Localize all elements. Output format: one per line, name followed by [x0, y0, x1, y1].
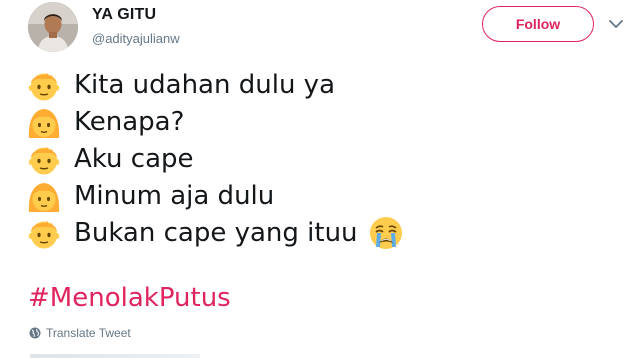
- tweet-line-text: Bukan cape yang ituu: [74, 217, 358, 248]
- tweet-line-text: Kenapa?: [74, 106, 185, 137]
- translate-tweet-label: Translate Tweet: [46, 326, 131, 340]
- tweet-line-text: Minum aja dulu: [74, 180, 275, 211]
- globe-icon: [29, 327, 41, 339]
- more-options-button[interactable]: [606, 14, 626, 34]
- avatar[interactable]: [28, 2, 78, 52]
- chevron-down-icon: [609, 19, 623, 28]
- tweet-line: Bukan cape yang ituu: [26, 214, 404, 251]
- tweet-line: Minum aja dulu: [26, 177, 404, 214]
- tweet-text: Kita udahan dulu ya Kenapa? Aku cape Min…: [26, 66, 404, 251]
- girl-emoji: [26, 104, 62, 140]
- profile-photo: [28, 2, 78, 52]
- tweet-line: Kita udahan dulu ya: [26, 66, 404, 103]
- boy-emoji: [26, 141, 62, 177]
- tweet-line-text: Kita udahan dulu ya: [74, 69, 336, 100]
- display-name[interactable]: YA GITU: [92, 6, 156, 24]
- follow-button[interactable]: Follow: [482, 6, 594, 42]
- translate-tweet-link[interactable]: Translate Tweet: [29, 326, 131, 340]
- boy-emoji: [26, 215, 62, 251]
- timestamp-placeholder: [30, 354, 200, 358]
- girl-emoji: [26, 178, 62, 214]
- user-handle[interactable]: @adityajulianw: [92, 31, 180, 46]
- tweet-line-text: Aku cape: [74, 143, 194, 174]
- boy-emoji: [26, 67, 62, 103]
- loudly-crying-face-emoji: [368, 215, 404, 251]
- tweet-line: Aku cape: [26, 140, 404, 177]
- hashtag-link[interactable]: #MenolakPutus: [28, 283, 231, 313]
- tweet-line: Kenapa?: [26, 103, 404, 140]
